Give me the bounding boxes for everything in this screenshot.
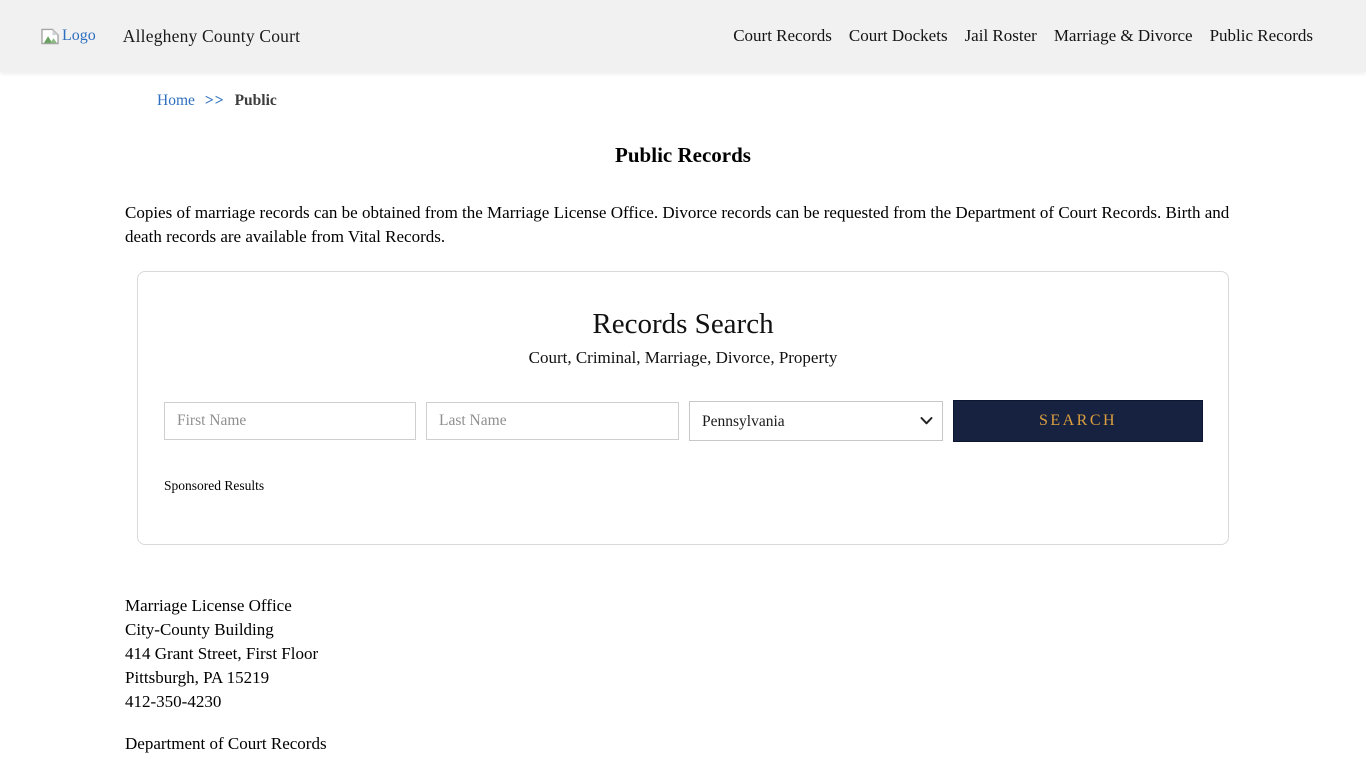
- main-nav: Court Records Court Dockets Jail Roster …: [733, 26, 1313, 46]
- records-search-form: Pennsylvania SEARCH: [164, 400, 1202, 442]
- breadcrumb-home-link[interactable]: Home: [157, 92, 195, 110]
- site-title: Allegheny County Court: [123, 26, 300, 47]
- sponsored-results-label: Sponsored Results: [164, 478, 1202, 494]
- records-search-subtitle: Court, Criminal, Marriage, Divorce, Prop…: [164, 348, 1202, 368]
- broken-image-icon: [40, 28, 60, 45]
- address-line-street: 414 Grant Street, First Floor: [125, 642, 1241, 666]
- nav-court-dockets[interactable]: Court Dockets: [849, 26, 948, 46]
- nav-marriage-divorce[interactable]: Marriage & Divorce: [1054, 26, 1193, 46]
- logo[interactable]: Logo: [40, 27, 96, 45]
- last-name-input[interactable]: [426, 402, 679, 440]
- nav-jail-roster[interactable]: Jail Roster: [965, 26, 1037, 46]
- address-line-city: Pittsburgh, PA 15219: [125, 666, 1241, 690]
- header: Logo Allegheny County Court Court Record…: [0, 0, 1366, 72]
- address-line-phone: 412-350-4230: [125, 690, 1241, 714]
- first-name-input[interactable]: [164, 402, 416, 440]
- nav-public-records[interactable]: Public Records: [1210, 26, 1313, 46]
- breadcrumb: Home >> Public: [125, 92, 1241, 110]
- intro-paragraph: Copies of marriage records can be obtain…: [125, 201, 1241, 249]
- state-select[interactable]: Pennsylvania: [689, 401, 943, 441]
- content-container: Home >> Public Public Records Copies of …: [125, 92, 1241, 754]
- state-select-wrap: Pennsylvania: [689, 401, 943, 441]
- address-line-office: Marriage License Office: [125, 594, 1241, 618]
- breadcrumb-current: Public: [235, 92, 277, 110]
- search-button[interactable]: SEARCH: [953, 400, 1203, 442]
- nav-court-records[interactable]: Court Records: [733, 26, 832, 46]
- logo-alt-text: Logo: [62, 27, 96, 45]
- page-title: Public Records: [125, 143, 1241, 168]
- records-search-card: Records Search Court, Criminal, Marriage…: [137, 271, 1229, 545]
- records-search-title: Records Search: [164, 308, 1202, 341]
- address-line-building: City-County Building: [125, 618, 1241, 642]
- marriage-office-address: Marriage License Office City-County Buil…: [125, 594, 1241, 714]
- brand: Logo Allegheny County Court: [40, 26, 300, 47]
- court-records-dept: Department of Court Records: [125, 734, 1241, 754]
- breadcrumb-separator: >>: [205, 92, 225, 110]
